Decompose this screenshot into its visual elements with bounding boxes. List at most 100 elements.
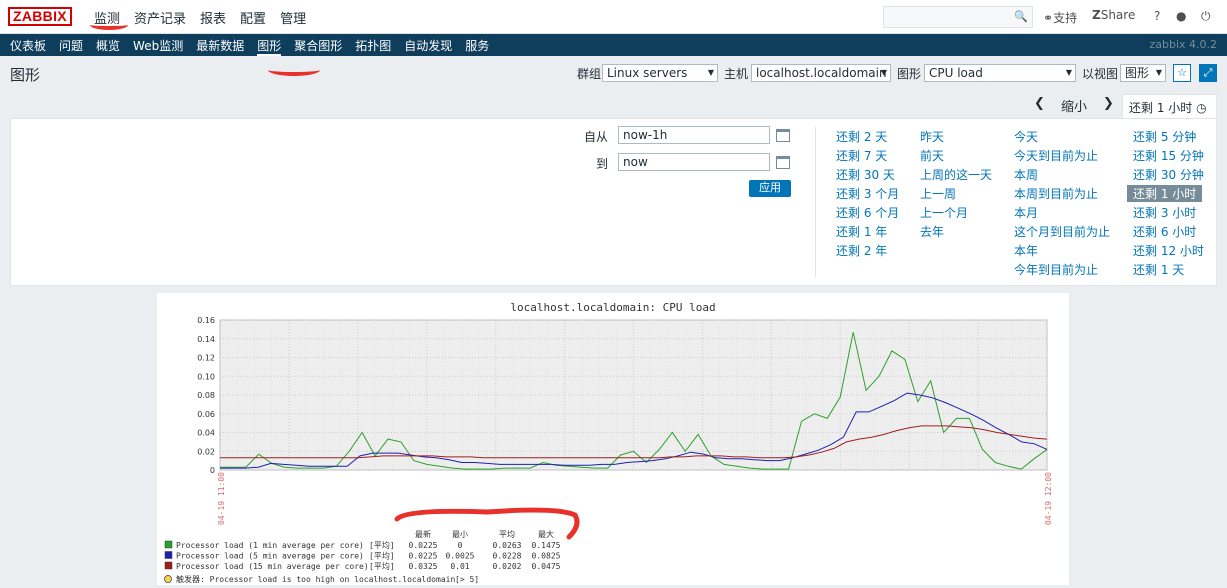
quick-range-col2-2[interactable]: 上周的这一天: [920, 166, 992, 183]
quick-range-col1-0[interactable]: 还剩 2 天: [836, 128, 887, 145]
quick-range-col2-1[interactable]: 前天: [920, 147, 944, 164]
legend-avg-tag: [平均]: [369, 540, 395, 550]
submenu-problems[interactable]: 问题: [59, 37, 83, 56]
y-tick-label: 0.04: [197, 429, 215, 438]
submenu-services[interactable]: 服务: [465, 37, 489, 56]
submenu-maps[interactable]: 拓扑图: [355, 37, 391, 56]
quick-range-col3-4[interactable]: 本月: [1014, 204, 1038, 221]
from-input[interactable]: now-1h: [618, 126, 770, 144]
zabbix-logo[interactable]: ZABBIX: [8, 7, 72, 26]
time-filter-panel: 自从 now-1h 到 now 应用 还剩 2 天还剩 7 天还剩 30 天还剩…: [10, 118, 1217, 286]
legend-max: 0.0825: [532, 552, 561, 561]
submenu-latest-data[interactable]: 最新数据: [196, 37, 244, 56]
legend-header: 最大: [538, 529, 554, 539]
submenu-graphs[interactable]: 图形: [257, 37, 282, 56]
submenu-web[interactable]: Web监测: [133, 37, 183, 56]
y-tick-label: 0.08: [197, 391, 215, 400]
view-select[interactable]: 图形 ▼: [1120, 64, 1166, 82]
trigger-marker: [164, 575, 172, 583]
time-next-arrow-icon[interactable]: ❯: [1103, 96, 1114, 111]
watermark: https://blog.csdn.net/yqw7410: [875, 565, 1059, 579]
quick-range-col1-6[interactable]: 还剩 2 年: [836, 242, 887, 259]
quick-range-col3-1[interactable]: 今天到目前为止: [1014, 147, 1098, 164]
calendar-icon[interactable]: [776, 156, 790, 169]
menu-reports[interactable]: 报表: [200, 8, 226, 27]
graph-label: 图形: [897, 67, 922, 81]
legend-last: 0.0225: [409, 552, 438, 561]
group-select[interactable]: Linux servers ▼: [602, 64, 718, 82]
fullscreen-icon[interactable]: ⤢: [1199, 64, 1217, 82]
apply-button[interactable]: 应用: [749, 180, 791, 197]
submenu-overview[interactable]: 概览: [96, 37, 120, 56]
legend-last: 0.0325: [409, 562, 438, 571]
share-icon: Z: [1092, 8, 1101, 22]
time-prev-arrow-icon[interactable]: ❮: [1034, 96, 1045, 111]
quick-range-col4-5[interactable]: 还剩 6 小时: [1133, 223, 1196, 240]
submenu-dashboard[interactable]: 仪表板: [10, 37, 46, 56]
quick-range-col2-0[interactable]: 昨天: [920, 128, 944, 145]
quick-range-col4-3[interactable]: 还剩 1 小时: [1127, 185, 1203, 202]
calendar-icon[interactable]: [776, 129, 790, 142]
quick-range-col4-7[interactable]: 还剩 1 天: [1133, 261, 1184, 278]
version-label: zabbix 4.0.2: [1149, 38, 1217, 51]
quick-range-col2-4[interactable]: 上一个月: [920, 204, 968, 221]
legend-avg: 0.0263: [493, 541, 522, 550]
legend-avg: 0.0228: [493, 552, 522, 561]
menu-administration[interactable]: 管理: [280, 8, 306, 27]
graph-select[interactable]: CPU load ▼: [924, 64, 1076, 82]
red-annotation-graphs: [268, 64, 320, 76]
quick-range-col3-0[interactable]: 今天: [1014, 128, 1038, 145]
y-tick-label: 0.12: [197, 354, 215, 363]
help-button[interactable]: ?: [1154, 9, 1160, 23]
submenu-discovery[interactable]: 自动发现: [404, 37, 452, 56]
legend-swatch: [164, 561, 173, 570]
legend-avg-tag: [平均]: [369, 551, 395, 561]
quick-range-col3-2[interactable]: 本周: [1014, 166, 1038, 183]
menu-configuration[interactable]: 配置: [240, 8, 266, 27]
trigger-value: [> 5]: [455, 575, 479, 584]
quick-range-col4-6[interactable]: 还剩 12 小时: [1133, 242, 1204, 259]
quick-range-col1-4[interactable]: 还剩 6 个月: [836, 204, 899, 221]
submenu-screens[interactable]: 聚合图形: [294, 37, 342, 56]
legend-min: 0.01: [450, 562, 469, 571]
to-input[interactable]: now: [618, 153, 770, 171]
quick-range-col4-2[interactable]: 还剩 30 分钟: [1133, 166, 1204, 183]
quick-range-col1-2[interactable]: 还剩 30 天: [836, 166, 895, 183]
search-icon[interactable]: 🔍: [1014, 10, 1028, 23]
legend-label: Processor load (1 min average per core): [176, 541, 364, 550]
quick-range-col1-1[interactable]: 还剩 7 天: [836, 147, 887, 164]
chart-svg: localhost.localdomain: CPU load 0 0.02 0.04…: [164, 301, 1053, 584]
quick-range-col2-3[interactable]: 上一周: [920, 185, 956, 202]
quick-range-col1-3[interactable]: 还剩 3 个月: [836, 185, 899, 202]
favourite-star-icon[interactable]: ☆: [1173, 64, 1191, 82]
headset-icon: ⚭: [1043, 11, 1054, 25]
quick-range-col2-5[interactable]: 去年: [920, 223, 944, 240]
zoom-out-button[interactable]: 缩小: [1061, 96, 1087, 115]
quick-range-col4-1[interactable]: 还剩 15 分钟: [1133, 147, 1204, 164]
quick-range-col1-5[interactable]: 还剩 1 年: [836, 223, 887, 240]
menu-inventory[interactable]: 资产记录: [134, 8, 186, 27]
chart-title: localhost.localdomain: CPU load: [510, 301, 715, 314]
user-profile-icon[interactable]: ●: [1176, 9, 1186, 23]
share-link[interactable]: ZShare: [1092, 8, 1135, 22]
x-end-label: 04-19 12:00: [1044, 472, 1053, 525]
cpu-load-graph: localhost.localdomain: CPU load 0 0.02 0.04…: [157, 293, 1069, 585]
y-tick-label: 0: [210, 466, 215, 475]
quick-range-col3-5[interactable]: 这个月到目前为止: [1014, 223, 1110, 240]
legend-max: 0.1475: [532, 541, 561, 550]
group-label: 群组: [577, 67, 602, 81]
quick-range-col3-6[interactable]: 本年: [1014, 242, 1038, 259]
view-label: 以视图: [1082, 67, 1119, 81]
quick-range-col3-3[interactable]: 本周到目前为止: [1014, 185, 1098, 202]
quick-range-col3-7[interactable]: 今年到目前为止: [1014, 261, 1098, 278]
support-link[interactable]: ⚭支持: [1043, 9, 1077, 26]
quick-range-col4-0[interactable]: 还剩 5 分钟: [1133, 128, 1196, 145]
search-input[interactable]: 🔍: [883, 6, 1033, 28]
y-tick-label: 0.06: [197, 410, 215, 419]
time-tab[interactable]: 还剩 1 小时 ◷: [1122, 94, 1217, 118]
legend-swatch: [164, 540, 173, 549]
y-tick-label: 0.02: [197, 447, 215, 456]
signout-icon[interactable]: ⏻: [1201, 9, 1211, 24]
quick-range-col4-4[interactable]: 还剩 3 小时: [1133, 204, 1196, 221]
host-select[interactable]: localhost.localdomain ▼: [751, 64, 891, 82]
